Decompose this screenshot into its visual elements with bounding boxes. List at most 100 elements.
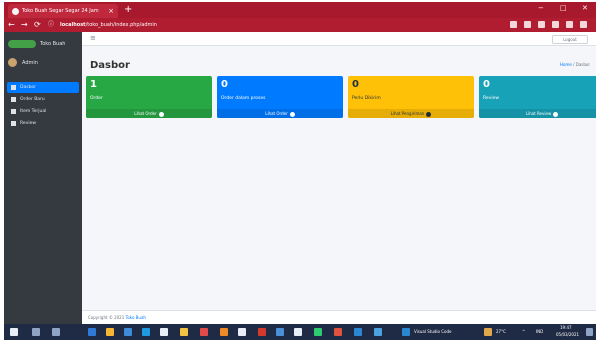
page-title: Dasbor — [90, 60, 130, 71]
reload-icon[interactable]: ⟳ — [34, 20, 41, 30]
taskbar-app-icon[interactable] — [88, 328, 96, 336]
stat-footer-link[interactable]: Lihat Order — [86, 109, 212, 118]
bookmark-star-icon[interactable] — [552, 21, 559, 28]
stat-footer-label: Lihat Order — [265, 111, 288, 116]
stat-label: Review — [483, 96, 500, 101]
sidebar-item-label: Dasbor — [20, 85, 37, 90]
sidebar-item-label: Order Baru — [20, 97, 45, 102]
arrow-circle-right-icon — [426, 111, 432, 117]
arrow-circle-right-icon — [553, 111, 559, 117]
search-icon[interactable] — [32, 328, 40, 336]
stat-value: 0 — [352, 79, 359, 90]
minimize-button[interactable]: − — [538, 4, 544, 12]
taskbar-app-icon[interactable] — [238, 328, 246, 336]
sidebar-item-label: Review — [20, 121, 37, 126]
taskbar-app-icon[interactable] — [374, 328, 382, 336]
url-path: /toko_buah/index.php/admin — [85, 22, 157, 28]
close-window-button[interactable]: ✕ — [582, 4, 588, 12]
sidebar-menu: Dasbor Order Baru Item Terjual Review — [7, 82, 79, 130]
weather-temp[interactable]: 27°C — [496, 329, 506, 334]
hamburger-icon[interactable]: ≡ — [90, 34, 96, 42]
address-bar: ← → ⟳ ⓘ localhost/toko_buah/index.php/ad… — [4, 18, 596, 32]
stat-box-order: 1 Order Lihat Order — [86, 76, 212, 118]
stat-footer-label: Lihat Pengiriman — [390, 111, 425, 116]
sidebar-item-label: Item Terjual — [20, 109, 47, 114]
taskbar-app-icon[interactable] — [314, 328, 322, 336]
sidebar-item-review[interactable]: Review — [7, 118, 79, 129]
top-navbar: ≡ Logout — [82, 32, 596, 46]
screen: Toko Buah Segar Segar 24 Jam × + − □ ✕ ←… — [4, 2, 596, 340]
url-field[interactable]: localhost/toko_buah/index.php/admin — [60, 20, 490, 30]
extension-icon[interactable] — [510, 21, 517, 28]
weather-icon — [484, 328, 492, 336]
stat-value: 0 — [483, 79, 490, 90]
arrow-circle-right-icon — [289, 111, 295, 117]
stat-value: 1 — [90, 79, 97, 90]
breadcrumb-home[interactable]: Home — [560, 62, 572, 67]
stat-footer-link[interactable]: Lihat Pengiriman — [348, 109, 474, 118]
new-tab-button[interactable]: + — [124, 4, 132, 16]
breadcrumb-current: Dasbor — [575, 62, 590, 67]
windows-start-icon[interactable] — [10, 328, 18, 336]
truck-icon — [11, 109, 16, 114]
sidebar-item-order-baru[interactable]: Order Baru — [7, 94, 79, 105]
share-icon[interactable] — [538, 21, 545, 28]
notification-icon[interactable] — [586, 328, 593, 336]
language-indicator[interactable]: IND — [536, 329, 543, 334]
file-explorer-icon[interactable] — [106, 328, 114, 336]
stat-footer-link[interactable]: Lihat Review — [479, 109, 596, 118]
taskbar-app-icon[interactable] — [180, 328, 188, 336]
taskbar-app-icon[interactable] — [220, 328, 228, 336]
stat-footer-label: Lihat Order — [134, 111, 157, 116]
os-taskbar: Visual Studio Code 27°C ^ IND 19:47 05/0… — [4, 324, 596, 340]
stat-box-order-in-process: 0 Order dalam proses Lihat Order — [217, 76, 343, 118]
taskbar-app-icon[interactable] — [294, 328, 302, 336]
clock-date[interactable]: 05/03/2021 — [556, 332, 579, 337]
brand-logo — [8, 40, 36, 48]
profile-icon[interactable] — [566, 21, 573, 28]
menu-icon[interactable] — [580, 21, 587, 28]
taskbar-app-label[interactable]: Visual Studio Code — [414, 329, 451, 334]
stat-footer-link[interactable]: Lihat Order — [217, 109, 343, 118]
stat-box-review: 0 Review Lihat Review — [479, 76, 596, 118]
task-view-icon[interactable] — [52, 328, 60, 336]
maximize-button[interactable]: □ — [560, 4, 567, 12]
cart-icon — [11, 97, 16, 102]
user-panel[interactable]: Admin — [8, 58, 38, 67]
arrow-circle-right-icon — [158, 111, 164, 117]
breadcrumb: Home / Dasbor — [560, 62, 590, 67]
browser-tab[interactable]: Toko Buah Segar Segar 24 Jam × — [8, 4, 118, 18]
brand-link[interactable]: Toko Buah — [8, 40, 65, 48]
taskbar-app-icon[interactable] — [258, 328, 266, 336]
tab-close-icon[interactable]: × — [108, 7, 114, 15]
taskbar-app-icon[interactable] — [160, 328, 168, 336]
vscode-icon[interactable] — [402, 328, 410, 336]
clock-time[interactable]: 19:47 — [560, 325, 572, 330]
page-footer: Copyright © 2021 Toko Buah — [82, 310, 596, 324]
dashboard-icon — [11, 85, 16, 90]
favicon-icon — [12, 7, 19, 15]
tab-title: Toko Buah Segar Segar 24 Jam — [22, 8, 99, 14]
sidebar-item-item-terjual[interactable]: Item Terjual — [7, 106, 79, 117]
stat-footer-label: Lihat Review — [525, 111, 552, 116]
stat-value: 0 — [221, 79, 228, 90]
sidebar: Toko Buah Admin Dasbor Order Baru Item T… — [4, 32, 82, 324]
zoom-icon[interactable] — [524, 21, 531, 28]
taskbar-app-icon[interactable] — [200, 328, 208, 336]
chrome-icon[interactable] — [334, 328, 342, 336]
taskbar-app-icon[interactable] — [124, 328, 132, 336]
forward-icon[interactable]: → — [21, 20, 28, 30]
footer-site-link[interactable]: Toko Buah — [126, 315, 146, 320]
taskbar-app-icon[interactable] — [276, 328, 284, 336]
url-host: localhost — [60, 22, 86, 28]
tray-up-icon[interactable]: ^ — [522, 329, 525, 334]
copyright-text: Copyright © 2021 — [88, 315, 125, 320]
user-name: Admin — [22, 59, 38, 66]
review-icon — [11, 121, 16, 126]
avatar — [8, 58, 17, 67]
logout-button[interactable]: Logout — [552, 35, 588, 44]
edge-icon[interactable] — [142, 328, 150, 336]
taskbar-app-icon[interactable] — [354, 328, 362, 336]
sidebar-item-dasbor[interactable]: Dasbor — [7, 82, 79, 93]
back-icon[interactable]: ← — [8, 20, 15, 30]
